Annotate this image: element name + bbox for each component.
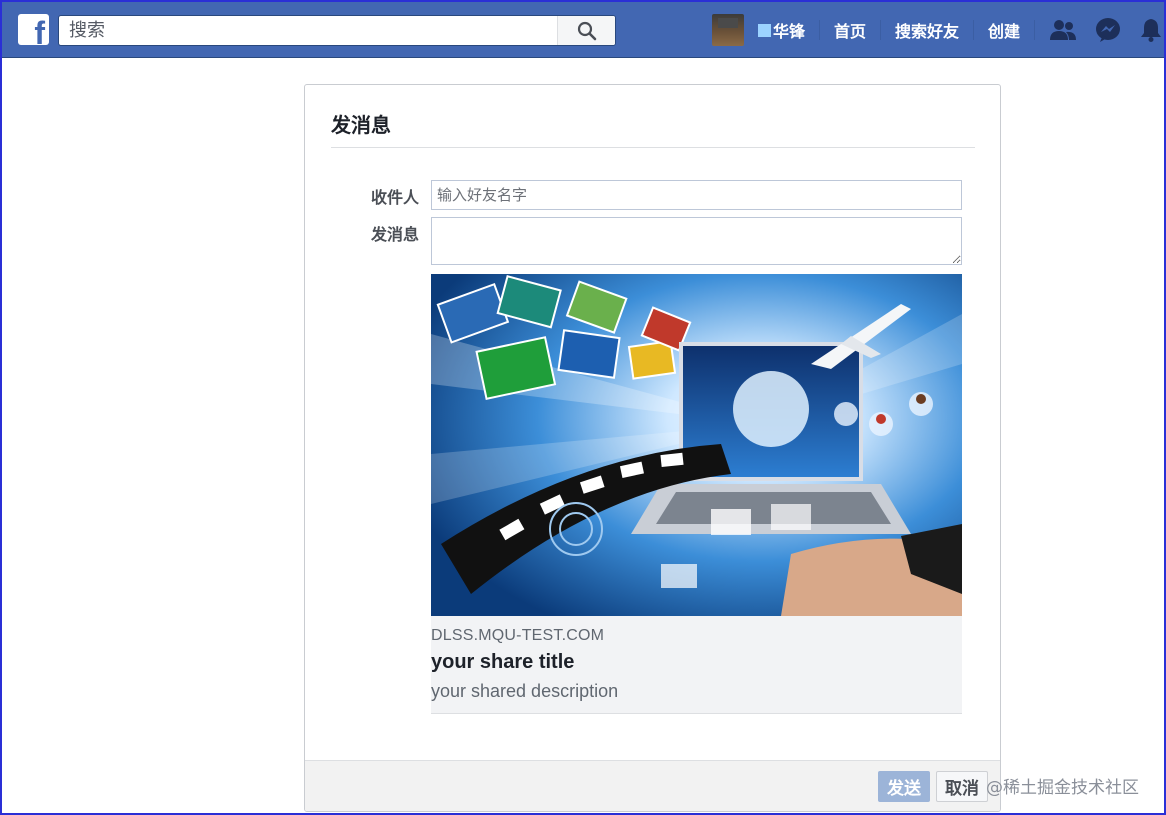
title-divider bbox=[331, 147, 975, 148]
dialog-footer: 发送 取消 bbox=[305, 760, 1000, 811]
profile-badge bbox=[758, 23, 771, 37]
recipient-input[interactable] bbox=[431, 180, 962, 210]
nav-divider bbox=[880, 20, 882, 40]
message-textarea[interactable] bbox=[431, 217, 962, 265]
nav-divider bbox=[973, 20, 975, 40]
facebook-logo[interactable]: f bbox=[18, 14, 49, 45]
send-message-dialog: 发消息 收件人 发消息 bbox=[304, 84, 1001, 812]
profile-link[interactable]: 华锋 bbox=[758, 18, 805, 42]
search-input[interactable] bbox=[59, 16, 559, 45]
search-box bbox=[58, 15, 616, 46]
cancel-button[interactable]: 取消 bbox=[936, 771, 988, 802]
nav-home-link[interactable]: 首页 bbox=[834, 18, 866, 42]
profile-name: 华锋 bbox=[773, 22, 806, 41]
search-button[interactable] bbox=[557, 16, 615, 45]
search-icon bbox=[577, 21, 596, 40]
send-button[interactable]: 发送 bbox=[878, 771, 930, 802]
dialog-title: 发消息 bbox=[331, 113, 391, 137]
browser-viewport: f 华锋 首页 搜索好友 创建 bbox=[0, 0, 1166, 815]
share-preview-image bbox=[431, 274, 962, 616]
share-preview-card[interactable]: DLSS.MQU-TEST.COM your share title your … bbox=[431, 274, 962, 714]
nav-divider bbox=[819, 20, 821, 40]
nav-right: 华锋 首页 搜索好友 创建 bbox=[712, 14, 1163, 46]
nav-create-link[interactable]: 创建 bbox=[988, 18, 1020, 42]
nav-find-friends-link[interactable]: 搜索好友 bbox=[895, 18, 959, 42]
share-description: your shared description bbox=[431, 681, 619, 701]
message-label: 发消息 bbox=[370, 225, 419, 244]
share-title: your share title bbox=[431, 651, 575, 673]
watermark: @稀土掘金技术社区 bbox=[986, 778, 1139, 798]
bell-icon[interactable] bbox=[1139, 17, 1163, 43]
messenger-icon[interactable] bbox=[1095, 17, 1121, 43]
avatar[interactable] bbox=[712, 14, 744, 46]
nav-divider bbox=[1034, 20, 1036, 40]
recipient-label: 收件人 bbox=[370, 188, 419, 207]
friends-icon[interactable] bbox=[1049, 18, 1077, 42]
top-navigation-bar: f 华锋 首页 搜索好友 创建 bbox=[2, 2, 1164, 58]
share-domain: DLSS.MQU-TEST.COM bbox=[431, 627, 605, 644]
